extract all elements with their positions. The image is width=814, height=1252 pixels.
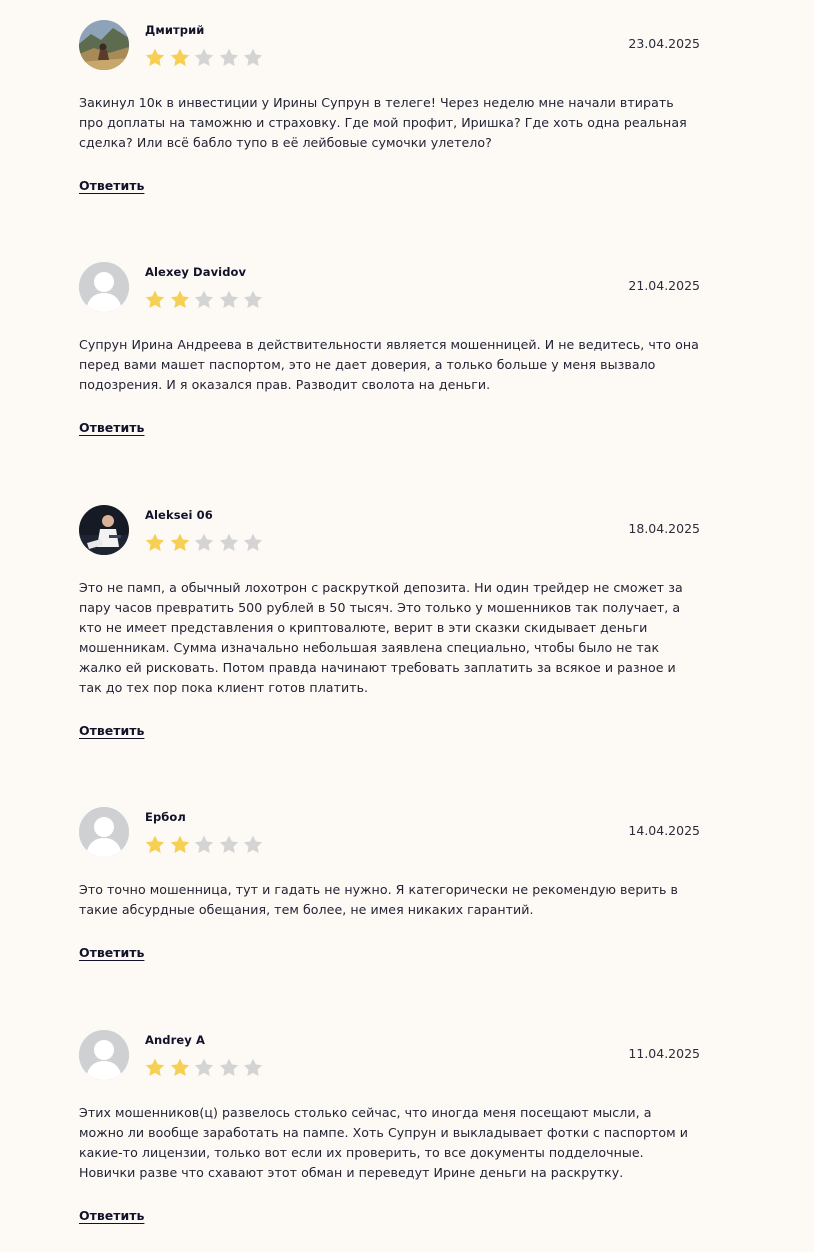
reply-link[interactable]: Ответить [79, 178, 144, 193]
reply-link[interactable]: Ответить [79, 420, 144, 435]
review-header: Дмитрий 23.04.2025 [79, 20, 700, 72]
star-empty-icon [193, 47, 217, 69]
star-empty-icon [218, 289, 242, 311]
review-header: Andrey A 11.04.2025 [79, 1030, 700, 1082]
star-filled-icon [169, 47, 193, 69]
review-text: Супрун Ирина Андреева в действительности… [79, 337, 699, 392]
review-text: Это точно мошенница, тут и гадать не нуж… [79, 882, 678, 917]
star-rating [144, 1057, 267, 1079]
review-header: Aleksei 06 18.04.2025 [79, 505, 700, 557]
star-empty-icon [218, 834, 242, 856]
default-user-icon [79, 262, 129, 312]
review-item: Ербол 14.04.2025 Это точно мошенница, ту… [79, 807, 700, 961]
review-text: Этих мошенников(ц) развелось столько сей… [79, 1105, 688, 1180]
reply-link[interactable]: Ответить [79, 945, 144, 960]
star-filled-icon [169, 834, 193, 856]
review-date: 11.04.2025 [628, 1046, 700, 1061]
star-empty-icon [242, 532, 266, 554]
star-empty-icon [193, 1057, 217, 1079]
star-filled-icon [144, 532, 168, 554]
reviews-list: Дмитрий 23.04.2025 Закинул 10к в инвести… [0, 0, 814, 1252]
review-date: 23.04.2025 [628, 36, 700, 51]
review-author: Aleksei 06 [145, 508, 213, 522]
star-filled-icon [169, 289, 193, 311]
star-empty-icon [242, 47, 266, 69]
review-author: Andrey A [145, 1033, 205, 1047]
star-rating [144, 289, 267, 311]
review-item: Alexey Davidov 21.04.2025 Супрун Ирина А… [79, 262, 700, 436]
star-empty-icon [193, 289, 217, 311]
mountain-photo-icon [79, 20, 129, 70]
avatar [79, 20, 129, 70]
avatar [79, 505, 129, 555]
review-text: Закинул 10к в инвестиции у Ирины Супрун … [79, 95, 687, 150]
avatar [79, 1030, 129, 1080]
review-author: Alexey Davidov [145, 265, 247, 279]
star-empty-icon [242, 834, 266, 856]
review-text: Это не памп, а обычный лохотрон с раскру… [79, 580, 683, 695]
avatar [79, 262, 129, 312]
review-date: 21.04.2025 [628, 278, 700, 293]
avatar [79, 807, 129, 857]
star-empty-icon [218, 532, 242, 554]
review-item: Andrey A 11.04.2025 Этих мошенников(ц) р… [79, 1030, 700, 1224]
star-filled-icon [144, 1057, 168, 1079]
star-filled-icon [169, 532, 193, 554]
star-filled-icon [144, 289, 168, 311]
star-empty-icon [193, 834, 217, 856]
star-empty-icon [218, 1057, 242, 1079]
star-filled-icon [144, 47, 168, 69]
default-user-icon [79, 1030, 129, 1080]
star-empty-icon [242, 289, 266, 311]
star-empty-icon [193, 532, 217, 554]
star-filled-icon [144, 834, 168, 856]
reply-link[interactable]: Ответить [79, 1208, 144, 1223]
star-rating [144, 532, 267, 554]
star-empty-icon [242, 1057, 266, 1079]
review-author: Дмитрий [145, 23, 205, 37]
star-rating [144, 47, 267, 69]
review-date: 14.04.2025 [628, 823, 700, 838]
person-photo-icon [79, 505, 129, 555]
review-item: Aleksei 06 18.04.2025 Это не памп, а обы… [79, 505, 700, 739]
review-header: Alexey Davidov 21.04.2025 [79, 262, 700, 314]
default-user-icon [79, 807, 129, 857]
star-empty-icon [218, 47, 242, 69]
review-author: Ербол [145, 810, 186, 824]
review-date: 18.04.2025 [628, 521, 700, 536]
star-rating [144, 834, 267, 856]
reply-link[interactable]: Ответить [79, 723, 144, 738]
star-filled-icon [169, 1057, 193, 1079]
review-item: Дмитрий 23.04.2025 Закинул 10к в инвести… [79, 20, 700, 194]
review-header: Ербол 14.04.2025 [79, 807, 700, 859]
